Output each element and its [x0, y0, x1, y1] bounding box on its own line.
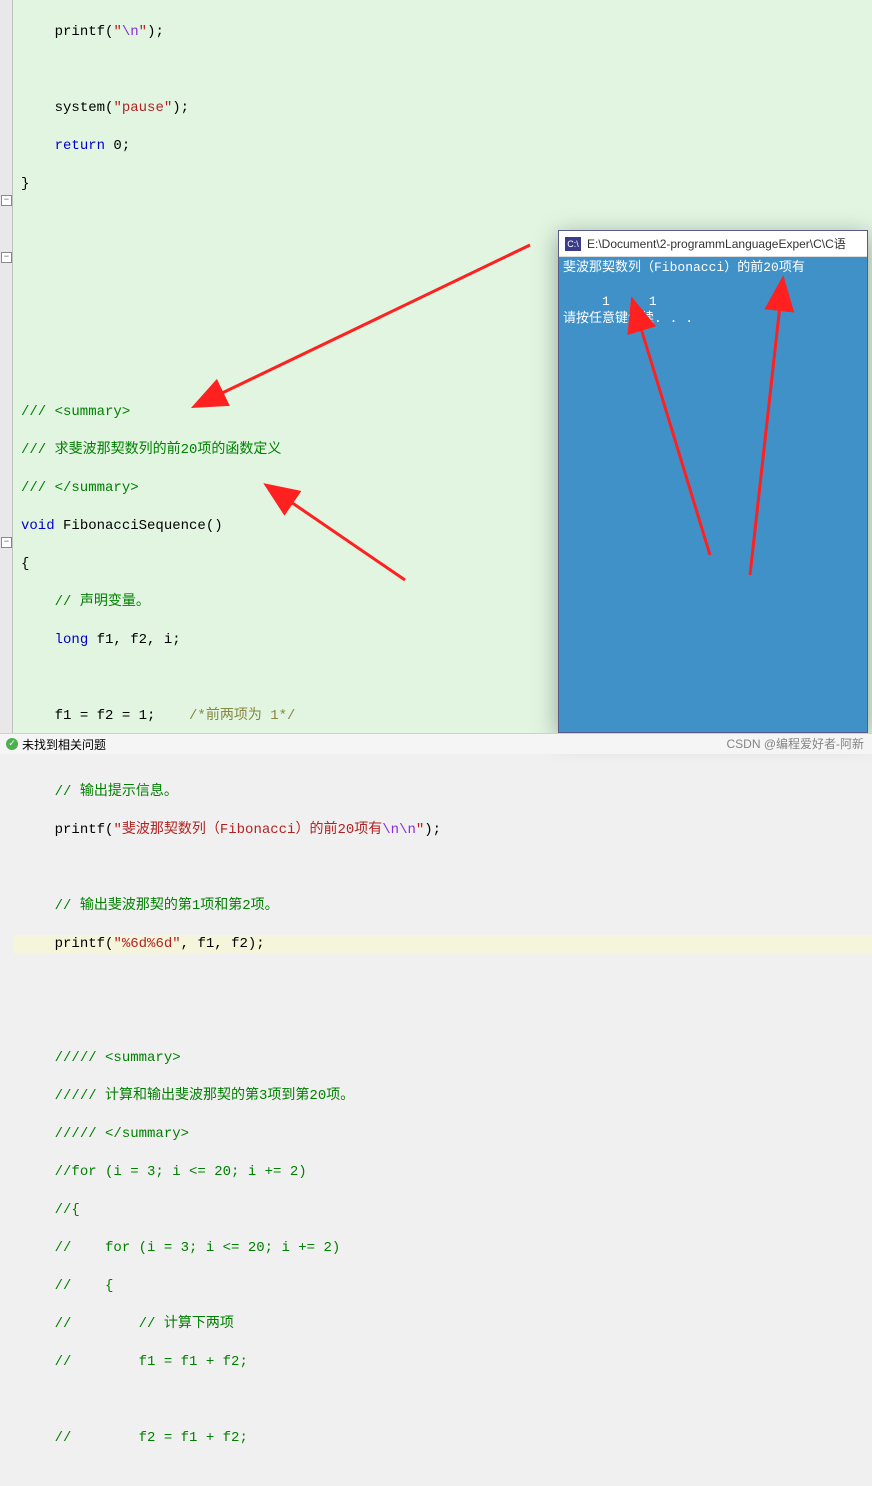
code-token: \n [122, 24, 139, 40]
code-token: ( [105, 936, 113, 952]
code-token: "%6d%6d" [113, 936, 180, 952]
code-token: 0; [105, 138, 130, 154]
code-token: long [55, 632, 89, 648]
code-token: printf [55, 822, 105, 838]
code-token: void [21, 518, 55, 534]
fold-gutter: − − − [0, 0, 13, 733]
console-app-icon: C:\ [565, 237, 581, 251]
code-token: "pause" [113, 100, 172, 116]
comment-line: /// <summary> [21, 404, 130, 420]
fold-minus-icon[interactable]: − [1, 252, 12, 263]
code-token: " [113, 24, 121, 40]
code-token: , f1, f2); [181, 936, 265, 952]
code-token: ); [172, 100, 189, 116]
comment-line: // 输出斐波那契的第1项和第2项。 [55, 898, 279, 914]
console-line: 1 1 [563, 294, 657, 309]
console-line: 斐波那契数列（Fibonacci）的前20项有 [563, 260, 805, 275]
code-token: printf [55, 24, 105, 40]
comment-line: // 输出提示信息。 [55, 784, 178, 800]
status-bar: ✓ 未找到相关问题 [0, 733, 872, 754]
code-token: system [55, 100, 105, 116]
comment-line: //for (i = 3; i <= 20; i += 2) [55, 1164, 307, 1180]
comment-line: // for (i = 3; i <= 20; i += 2) [55, 1240, 341, 1256]
console-line: 请按任意键继续. . . [563, 311, 693, 326]
code-token: printf [55, 936, 105, 952]
comment-line: // // 计算下两项 [55, 1316, 234, 1332]
comment-block: /*前两项为 1*/ [189, 708, 295, 724]
code-token: f1, f2, i; [88, 632, 180, 648]
code-token: "斐波那契数列（Fibonacci）的前20项有 [113, 822, 382, 838]
code-token: } [21, 176, 29, 192]
code-token: ); [424, 822, 441, 838]
fold-minus-icon[interactable]: − [1, 195, 12, 206]
code-token: " [139, 24, 147, 40]
comment-line: // { [55, 1278, 114, 1294]
function-signature: FibonacciSequence() [55, 518, 223, 534]
status-ok-icon: ✓ [6, 738, 18, 750]
code-token: return [55, 138, 105, 154]
comment-line: // f2 = f1 + f2; [55, 1430, 248, 1446]
status-text: 未找到相关问题 [22, 736, 106, 753]
comment-line: //{ [55, 1202, 80, 1218]
comment-line: ///// 计算和输出斐波那契的第3项到第20项。 [55, 1088, 355, 1104]
console-window[interactable]: C:\ E:\Document\2-programmLanguageExper\… [558, 230, 868, 733]
comment-line: /// 求斐波那契数列的前20项的函数定义 [21, 442, 281, 458]
comment-line: /// </summary> [21, 480, 139, 496]
code-token: ( [105, 822, 113, 838]
console-titlebar[interactable]: C:\ E:\Document\2-programmLanguageExper\… [559, 231, 867, 257]
console-output: 斐波那契数列（Fibonacci）的前20项有 1 1 请按任意键继续. . . [559, 257, 867, 732]
fold-minus-icon[interactable]: − [1, 537, 12, 548]
code-token: " [416, 822, 424, 838]
code-token: ); [147, 24, 164, 40]
code-token: \n\n [382, 822, 416, 838]
code-token: { [21, 556, 29, 572]
comment-line: // f1 = f1 + f2; [55, 1354, 248, 1370]
comment-line: ///// </summary> [55, 1126, 189, 1142]
comment-line: // 声明变量。 [55, 594, 150, 610]
console-title-text: E:\Document\2-programmLanguageExper\C\C语 [587, 235, 846, 252]
comment-line: ///// <summary> [55, 1050, 181, 1066]
code-token: f1 = f2 = 1; [55, 708, 189, 724]
